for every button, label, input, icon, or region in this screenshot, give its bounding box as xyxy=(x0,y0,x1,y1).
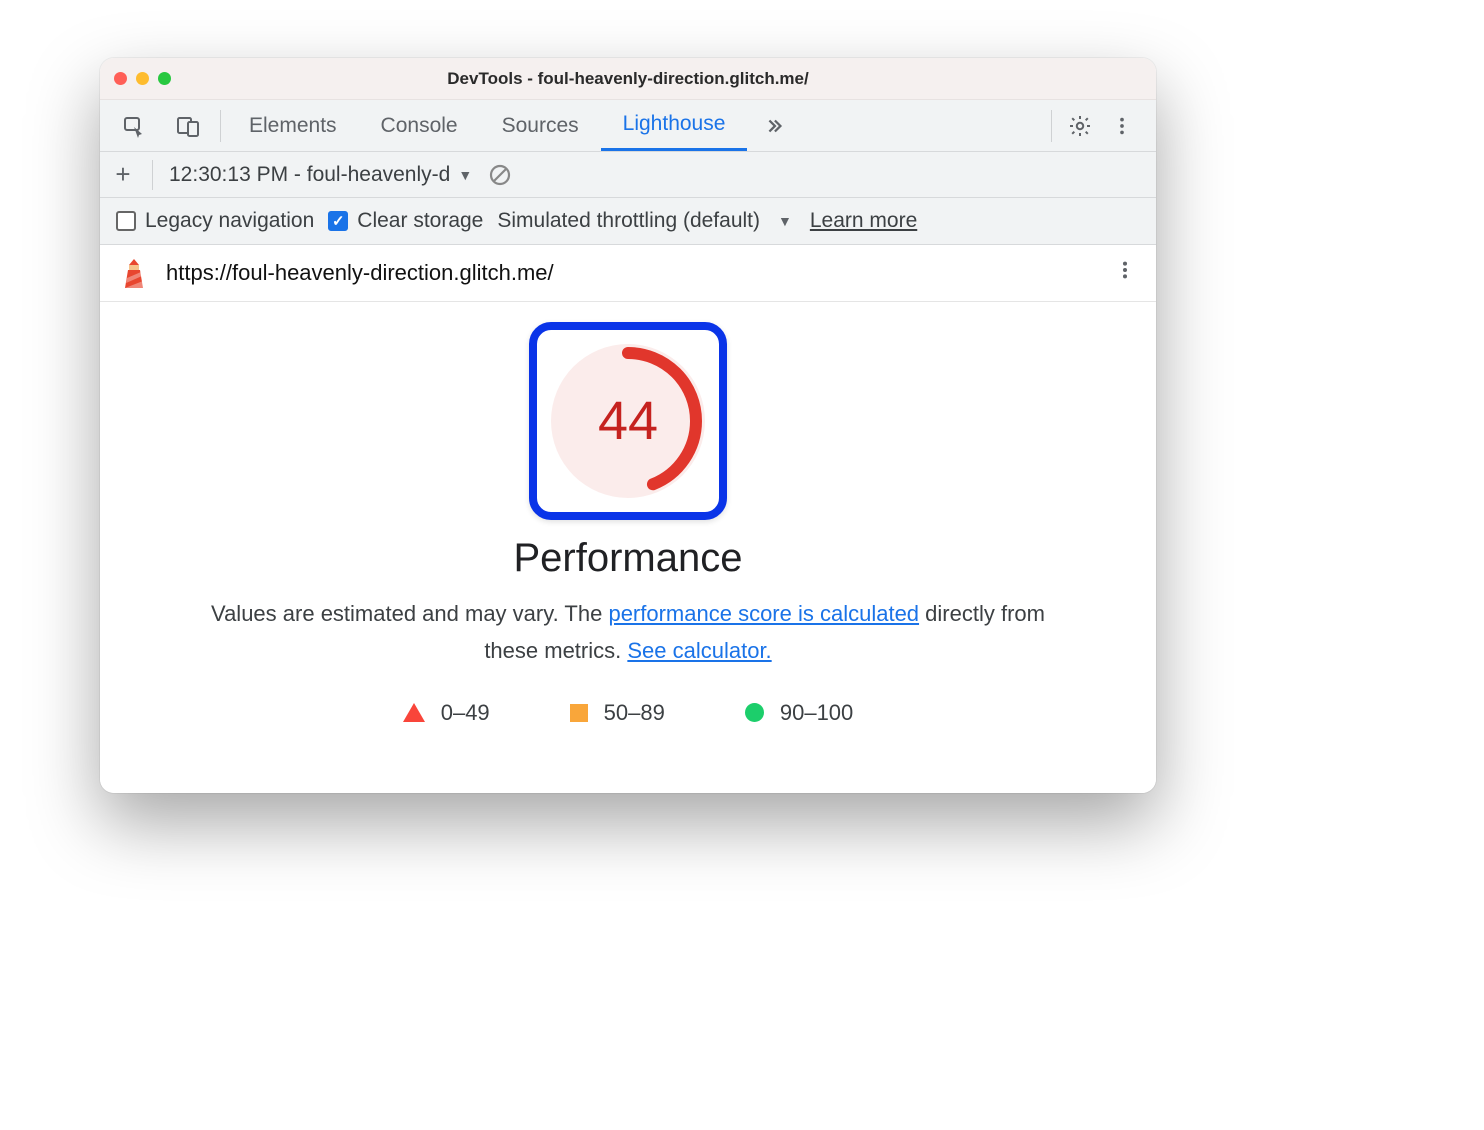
minimize-window-button[interactable] xyxy=(136,72,149,85)
clear-icon[interactable] xyxy=(488,163,512,187)
desc-text: Values are estimated and may vary. The xyxy=(211,601,608,626)
report-menu-icon[interactable] xyxy=(1114,259,1136,287)
throttling-option[interactable]: Simulated throttling (default) xyxy=(497,209,760,233)
score-calc-link[interactable]: performance score is calculated xyxy=(608,601,919,626)
inspect-element-icon[interactable] xyxy=(114,106,154,146)
option-label: Legacy navigation xyxy=(145,209,314,233)
see-calculator-link[interactable]: See calculator. xyxy=(627,638,771,663)
divider xyxy=(1051,110,1052,142)
lighthouse-controlbar: + 12:30:13 PM - foul-heavenly-d ▼ xyxy=(100,152,1156,198)
more-tabs-button[interactable] xyxy=(747,100,801,151)
legend-average: 50–89 xyxy=(570,700,665,726)
main-tabbar: Elements Console Sources Lighthouse xyxy=(100,100,1156,152)
more-options-icon[interactable] xyxy=(1102,106,1142,146)
lighthouse-icon xyxy=(120,258,148,288)
lighthouse-options: Legacy navigation Clear storage Simulate… xyxy=(100,198,1156,245)
legend-range: 90–100 xyxy=(780,700,853,726)
devtools-window: DevTools - foul-heavenly-direction.glitc… xyxy=(100,58,1156,793)
maximize-window-button[interactable] xyxy=(158,72,171,85)
tab-label: Sources xyxy=(502,114,579,138)
report-urlbar: https://foul-heavenly-direction.glitch.m… xyxy=(100,245,1156,302)
toggle-device-toolbar-icon[interactable] xyxy=(168,106,208,146)
tab-label: Console xyxy=(381,114,458,138)
report-selector[interactable]: 12:30:13 PM - foul-heavenly-d ▼ xyxy=(169,163,472,187)
tab-elements[interactable]: Elements xyxy=(227,100,359,151)
option-label: Clear storage xyxy=(357,209,483,233)
divider xyxy=(220,110,221,142)
legend-poor: 0–49 xyxy=(403,700,490,726)
chevron-down-icon[interactable]: ▼ xyxy=(778,213,792,229)
performance-score: 44 xyxy=(551,344,705,498)
clear-storage-option[interactable]: Clear storage xyxy=(328,209,483,233)
learn-more-link[interactable]: Learn more xyxy=(810,209,917,233)
report-url: https://foul-heavenly-direction.glitch.m… xyxy=(166,260,1096,286)
performance-title: Performance xyxy=(514,536,743,581)
performance-gauge[interactable]: 44 xyxy=(551,344,705,498)
clear-storage-checkbox[interactable] xyxy=(328,211,348,231)
divider xyxy=(152,160,153,190)
close-window-button[interactable] xyxy=(114,72,127,85)
panel-tabs: Elements Console Sources Lighthouse xyxy=(227,100,747,151)
legend-good: 90–100 xyxy=(745,700,853,726)
tab-label: Elements xyxy=(249,114,337,138)
tab-console[interactable]: Console xyxy=(359,100,480,151)
tab-sources[interactable]: Sources xyxy=(480,100,601,151)
titlebar: DevTools - foul-heavenly-direction.glitc… xyxy=(100,58,1156,100)
circle-icon xyxy=(745,703,764,722)
settings-gear-icon[interactable] xyxy=(1060,106,1100,146)
performance-gauge-highlight: 44 xyxy=(529,322,727,520)
legacy-navigation-option[interactable]: Legacy navigation xyxy=(116,209,314,233)
report-selector-label: 12:30:13 PM - foul-heavenly-d xyxy=(169,163,450,187)
traffic-lights xyxy=(100,72,171,85)
tab-label: Lighthouse xyxy=(623,112,726,136)
performance-description: Values are estimated and may vary. The p… xyxy=(208,595,1048,670)
score-legend: 0–49 50–89 90–100 xyxy=(403,700,854,726)
lighthouse-report: 44 Performance Values are estimated and … xyxy=(100,302,1156,793)
chevron-down-icon: ▼ xyxy=(458,167,472,183)
tab-lighthouse[interactable]: Lighthouse xyxy=(601,100,748,151)
new-report-button[interactable]: + xyxy=(110,159,136,190)
legend-range: 50–89 xyxy=(604,700,665,726)
triangle-icon xyxy=(403,703,425,722)
legacy-navigation-checkbox[interactable] xyxy=(116,211,136,231)
window-title: DevTools - foul-heavenly-direction.glitc… xyxy=(100,69,1156,89)
legend-range: 0–49 xyxy=(441,700,490,726)
square-icon xyxy=(570,704,588,722)
throttling-label: Simulated throttling (default) xyxy=(497,209,760,233)
